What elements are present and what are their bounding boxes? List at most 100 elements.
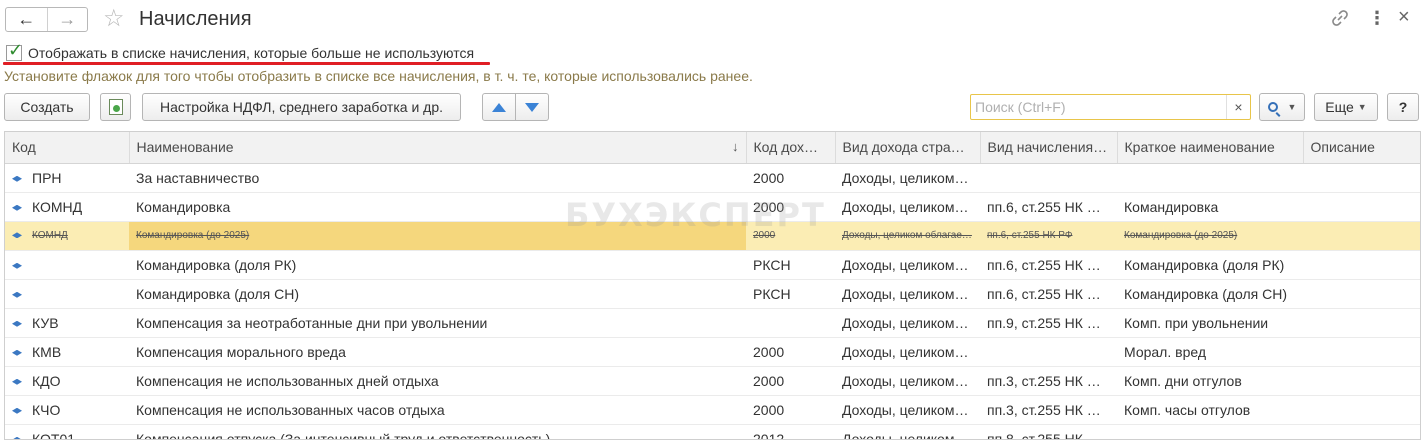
table-cell: Командировка (доля СН) [1117,279,1303,309]
table-row[interactable]: КОМНД Командировка 2000 Доходы, целиком… пп.… [5,192,1420,222]
table-cell [1303,366,1420,396]
column-header[interactable]: Вид начисления… [980,132,1118,164]
cell-text: Командировка (доля РК) [136,256,297,273]
more-button[interactable]: Еще ▼ [1314,93,1378,121]
help-button[interactable]: ? [1387,93,1419,121]
cell-text: КОТ01 [32,430,76,440]
cell-text: 2000 [753,169,785,186]
cell-text: Компенсация не использованных дней отдых… [136,372,439,389]
table-cell: Доходы, целиком… [835,337,980,367]
table-cell: За наставничество [129,163,746,193]
cell-text: пп.6, ст.255 НК … [987,198,1101,215]
cell-text: За наставничество [136,169,260,186]
chevron-down-icon: ▼ [1287,102,1297,112]
table-cell: Доходы, целиком… [835,250,980,280]
search-input[interactable] [973,96,1223,118]
cell-text: 2000 [753,401,785,418]
cell-text: 2000 [753,230,776,241]
table-row[interactable]: КЧО Компенсация не использованных часов о… [5,395,1420,425]
cell-text: Командировка (доля СН) [1124,285,1288,302]
column-header[interactable]: Краткое наименование [1117,132,1304,164]
table-cell: Компенсация за неотработанные дни при ув… [129,308,746,338]
column-header-label: Код дох… [753,139,819,156]
table-cell: пп.9, ст.255 НК … [980,308,1117,338]
table-cell [5,250,129,280]
cell-text: пп.6, ст.255 НК … [987,285,1101,302]
table-cell [1117,424,1303,439]
table-cell [1117,163,1303,193]
create-button[interactable]: Создать [4,93,90,121]
cell-text: 2012 [753,430,785,440]
toolbar: Создать Настройка НДФЛ, среднего заработ… [0,93,1428,123]
table-row[interactable]: Командировка (доля СН) РКСН Доходы, целико… [5,279,1420,309]
table-cell [5,279,129,309]
cell-text: пп.3, ст.255 НК … [987,401,1101,418]
row-marker-icon [12,232,22,239]
column-header-label: Наименование [136,139,234,156]
column-header[interactable]: Вид дохода стра… [835,132,981,164]
table-cell [1303,163,1420,193]
move-up-button[interactable] [482,93,516,121]
table-row[interactable]: КОТ01 Компенсация отпуска (За интенсивный… [5,424,1420,440]
table-cell [1303,337,1420,367]
table-cell [746,308,835,338]
search-button[interactable]: ▼ [1259,93,1305,121]
table-cell [1303,221,1420,251]
table-cell: 2000 [746,395,835,425]
cell-text: Доходы, целиком облагае… [842,230,972,241]
table-cell: Доходы, целиком… [835,366,980,396]
close-icon[interactable]: × [1398,5,1410,29]
ndfl-settings-button[interactable]: Настройка НДФЛ, среднего заработка и др. [142,93,461,121]
hint-text: Установите флажок для того чтобы отобраз… [4,68,753,84]
table-cell: Командировка (до 2025) [1117,221,1303,251]
copy-document-icon [108,99,123,115]
copy-button[interactable] [100,93,131,121]
cell-text: КОМНД [32,230,68,241]
link-icon[interactable] [1330,8,1350,28]
table-cell: Командировка (доля РК) [1117,250,1303,280]
cell-text: 2000 [753,372,785,389]
table-cell: пп.6, ст.255 НК … [980,250,1117,280]
chevron-down-icon: ▼ [1357,102,1367,112]
column-header-label: Код [12,139,36,156]
move-down-button[interactable] [515,93,549,121]
table-cell [1303,250,1420,280]
table-row[interactable]: КМВ Компенсация морального вреда 2000 Доход… [5,337,1420,367]
cell-text: Доходы, целиком… [842,256,969,273]
column-header[interactable]: Описание [1303,132,1420,164]
show-unused-checkbox[interactable]: ✓ [6,40,23,61]
table-row[interactable]: КОМНД Командировка (до 2025) 2000 Доходы, ц… [5,221,1420,251]
column-header[interactable]: Код [5,132,130,164]
table-cell: Доходы, целиком… [835,192,980,222]
table-row[interactable]: КУВ Компенсация за неотработанные дни при… [5,308,1420,338]
table-body: ПРН За наставничество 2000 Доходы, целиком…… [5,163,1420,440]
table-cell: КОТ01 [5,424,129,440]
cell-text: Компенсация не использованных часов отды… [136,401,445,418]
cell-text: Доходы, целиком… [842,314,969,331]
table-row[interactable]: ПРН За наставничество 2000 Доходы, целиком… [5,163,1420,193]
table-cell: КЧО [5,395,129,425]
arrow-down-icon [525,102,539,112]
table-cell: 2000 [746,221,835,251]
clear-search-icon[interactable]: × [1226,95,1250,119]
more-vertical-icon[interactable]: ⋮ [1368,7,1386,29]
back-arrow-icon[interactable]: ← [6,8,47,31]
table-cell: Комп. дни отгулов [1117,366,1303,396]
table-cell: Доходы, целиком… [835,163,980,193]
cell-text: Командировка (доля СН) [136,285,300,302]
table-cell [1303,395,1420,425]
row-marker-icon [12,378,22,385]
row-marker-icon [12,204,22,211]
column-header[interactable]: Наименование ↓ [129,132,747,164]
table-cell: КДО [5,366,129,396]
table-cell: Командировка [1117,192,1303,222]
forward-arrow-icon[interactable]: → [46,8,88,31]
show-unused-option[interactable]: ✓ Отображать в списке начисления, которы… [6,40,474,63]
cell-text: РКСН [753,256,791,273]
table-cell: Морал. вред [1117,337,1303,367]
table-row[interactable]: КДО Компенсация не использованных дней от… [5,366,1420,396]
column-header[interactable]: Код дох… [746,132,836,164]
star-icon[interactable]: ☆ [103,6,125,32]
table-row[interactable]: Командировка (доля РК) РКСН Доходы, целико… [5,250,1420,280]
table-cell: пп.6, ст.255 НК РФ [980,221,1117,251]
